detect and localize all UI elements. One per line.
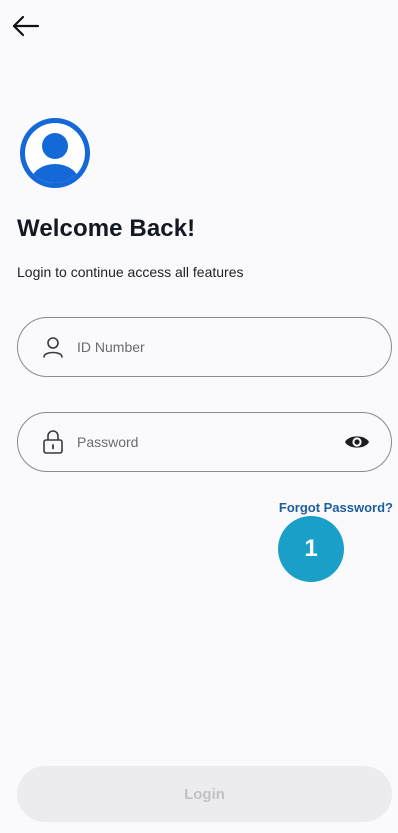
eye-icon[interactable] (343, 428, 371, 456)
arrow-left-icon (12, 15, 40, 42)
login-button[interactable]: Login (17, 766, 392, 822)
page-title: Welcome Back! (17, 215, 196, 242)
user-icon (40, 334, 66, 360)
password-field[interactable] (17, 412, 392, 472)
id-number-field[interactable] (17, 317, 392, 377)
id-number-input[interactable] (77, 339, 371, 355)
back-button[interactable] (8, 10, 44, 46)
lock-icon (40, 429, 66, 455)
user-avatar-icon (17, 115, 93, 191)
step-number-badge: 1 (278, 516, 344, 582)
page-subtitle: Login to continue access all features (17, 264, 244, 280)
forgot-password-link[interactable]: Forgot Password? (279, 500, 393, 515)
password-input[interactable] (77, 434, 343, 450)
